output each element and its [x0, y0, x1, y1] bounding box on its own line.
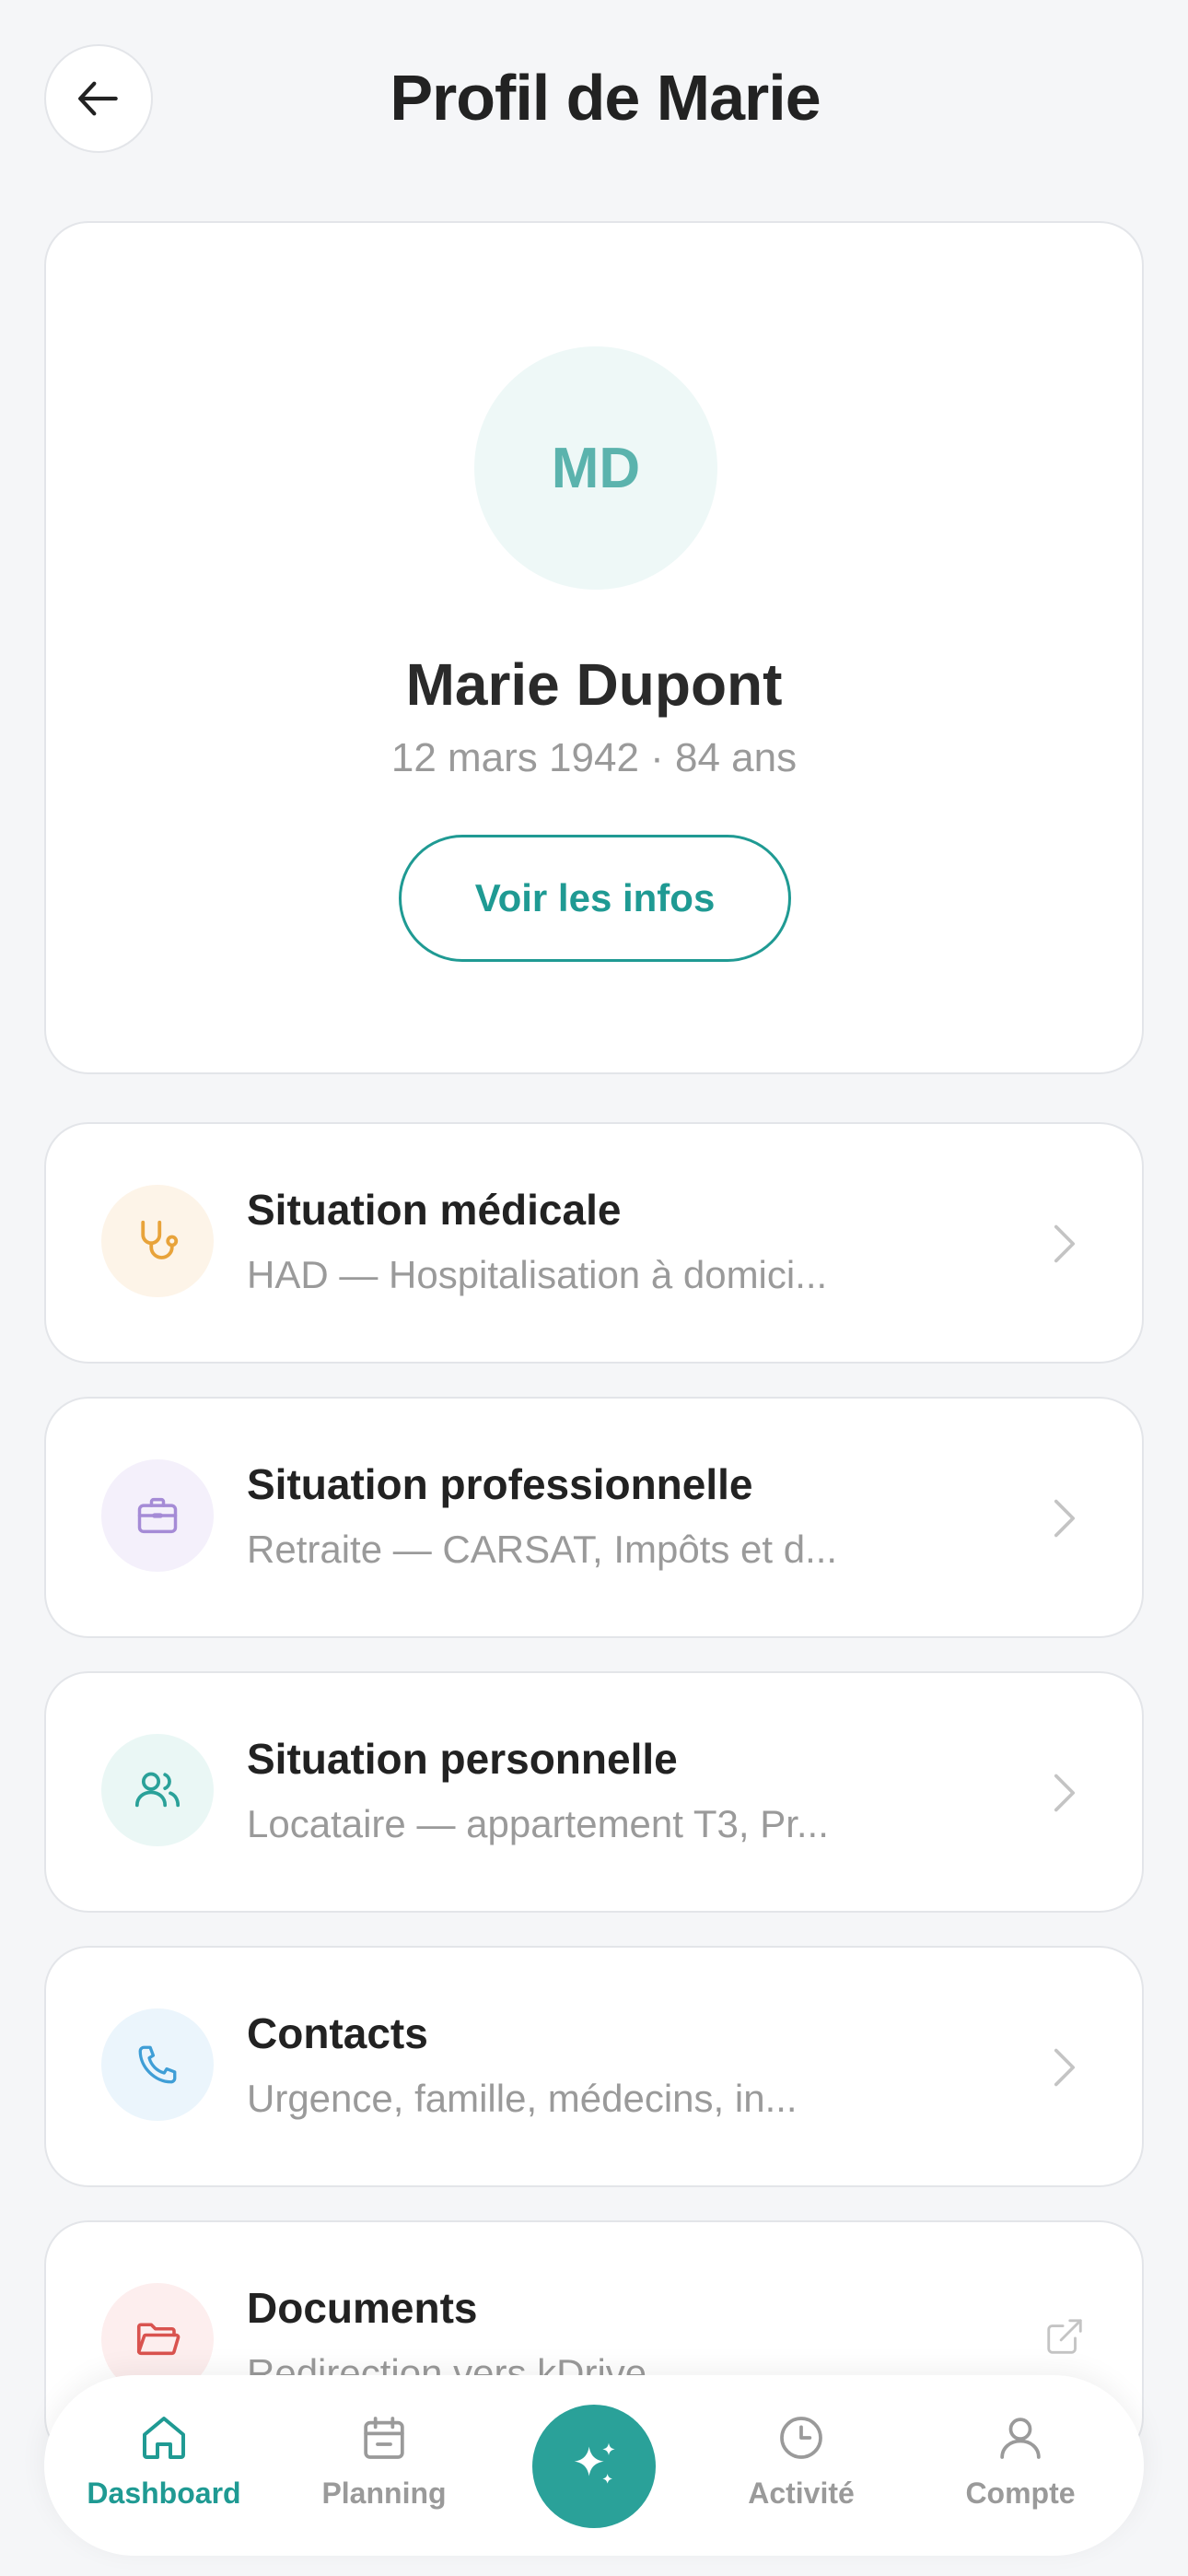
- nav-label: Activité: [748, 2476, 855, 2510]
- assistant-fab-button[interactable]: [532, 2405, 656, 2528]
- section-icon-wrap: [101, 2008, 214, 2121]
- section-description: Retraite — CARSAT, Impôts et d...: [247, 1528, 838, 1571]
- home-icon: [143, 2417, 185, 2459]
- section-icon-wrap: [101, 1185, 214, 1297]
- section-description: Urgence, famille, médecins, in...: [247, 2077, 798, 2120]
- section-description: HAD — Hospitalisation à domici...: [247, 1253, 828, 1296]
- section-description: Locataire — appartement T3, Pr...: [247, 1802, 829, 1845]
- phone-icon: [138, 2045, 177, 2084]
- nav-item-planning[interactable]: Planning: [292, 2412, 476, 2523]
- page-title: Profil de Marie: [390, 62, 821, 134]
- section-title: Situation médicale: [247, 1186, 622, 1234]
- nav-item-dashboard[interactable]: Dashboard: [72, 2412, 256, 2523]
- bottom-nav: Dashboard Planning Activité Compte: [44, 2375, 1144, 2556]
- briefcase-icon: [137, 1497, 178, 1534]
- stethoscope-icon: [141, 1220, 179, 1259]
- users-icon: [134, 1772, 181, 1808]
- section-card-medical[interactable]: Situation médicale HAD — Hospitalisation…: [44, 1122, 1144, 1364]
- profile-card: MD Marie Dupont 12 mars 1942 · 84 ans Vo…: [44, 221, 1144, 1074]
- clock-icon: [780, 2417, 822, 2459]
- view-info-button[interactable]: Voir les infos: [399, 835, 791, 962]
- section-title: Situation professionnelle: [247, 1460, 753, 1508]
- section-card-personal[interactable]: Situation personnelle Locataire — appart…: [44, 1671, 1144, 1913]
- external-link-icon: [1039, 2311, 1090, 2362]
- section-title: Contacts: [247, 2009, 428, 2057]
- profile-name: Marie Dupont: [405, 651, 783, 718]
- section-icon-wrap: [101, 1734, 214, 1846]
- calendar-icon: [364, 2417, 404, 2459]
- nav-label: Planning: [321, 2476, 447, 2510]
- user-icon: [1000, 2418, 1041, 2459]
- avatar: MD: [474, 346, 717, 590]
- chevron-right-icon: [1044, 1220, 1085, 1268]
- sparkles-icon: [574, 2442, 615, 2484]
- profile-birthdate-age: 12 mars 1942 · 84 ans: [390, 735, 798, 780]
- nav-label: Compte: [965, 2476, 1076, 2510]
- section-title: Situation personnelle: [247, 1735, 678, 1783]
- section-icon-wrap: [101, 1459, 214, 1572]
- nav-item-compte[interactable]: Compte: [928, 2412, 1112, 2523]
- chevron-right-icon: [1044, 1494, 1085, 1542]
- chevron-right-icon: [1044, 1769, 1085, 1817]
- section-card-professional[interactable]: Situation professionnelle Retraite — CAR…: [44, 1397, 1144, 1638]
- nav-item-activite[interactable]: Activité: [709, 2412, 893, 2523]
- section-card-contacts[interactable]: Contacts Urgence, famille, médecins, in.…: [44, 1946, 1144, 2187]
- nav-label: Dashboard: [87, 2476, 241, 2510]
- chevron-right-icon: [1044, 2043, 1085, 2091]
- section-title: Documents: [247, 2284, 478, 2332]
- folder-open-icon: [136, 2323, 181, 2356]
